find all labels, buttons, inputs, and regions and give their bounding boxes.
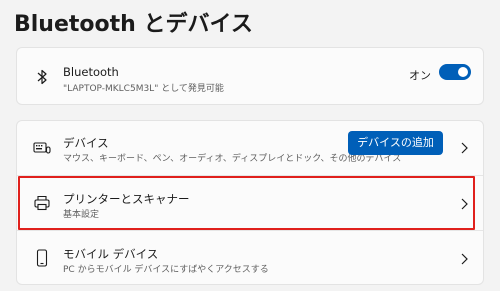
devices-row[interactable]: デバイス マウス、キーボード、ペン、オーディオ、ディスプレイとドック、その他のデ… [17, 121, 483, 175]
highlight-box [18, 176, 475, 230]
bluetooth-row[interactable]: Bluetooth "LAPTOP-MKLC5M3L" として発見可能 オン [17, 48, 483, 106]
keyboard-mouse-icon [33, 139, 51, 157]
bluetooth-card: Bluetooth "LAPTOP-MKLC5M3L" として発見可能 オン [16, 47, 484, 105]
page-title: Bluetooth とデバイス [14, 12, 253, 37]
devices-title: デバイス [63, 136, 109, 150]
bluetooth-toggle-label: オン [409, 69, 431, 82]
chevron-right-icon [459, 252, 469, 266]
mobile-devices-row[interactable]: モバイル デバイス PC からモバイル デバイスにすばやくアクセスする [17, 231, 483, 286]
bluetooth-toggle[interactable] [439, 64, 471, 80]
bluetooth-title: Bluetooth [63, 65, 119, 79]
bluetooth-subtitle: "LAPTOP-MKLC5M3L" として発見可能 [63, 84, 224, 94]
phone-icon [33, 249, 51, 267]
add-device-button[interactable]: デバイスの追加 [348, 131, 443, 155]
chevron-right-icon [459, 141, 469, 155]
mobile-devices-subtitle: PC からモバイル デバイスにすばやくアクセスする [63, 265, 269, 275]
bluetooth-icon [33, 68, 51, 86]
toggle-knob [458, 67, 468, 77]
mobile-devices-title: モバイル デバイス [63, 247, 159, 261]
